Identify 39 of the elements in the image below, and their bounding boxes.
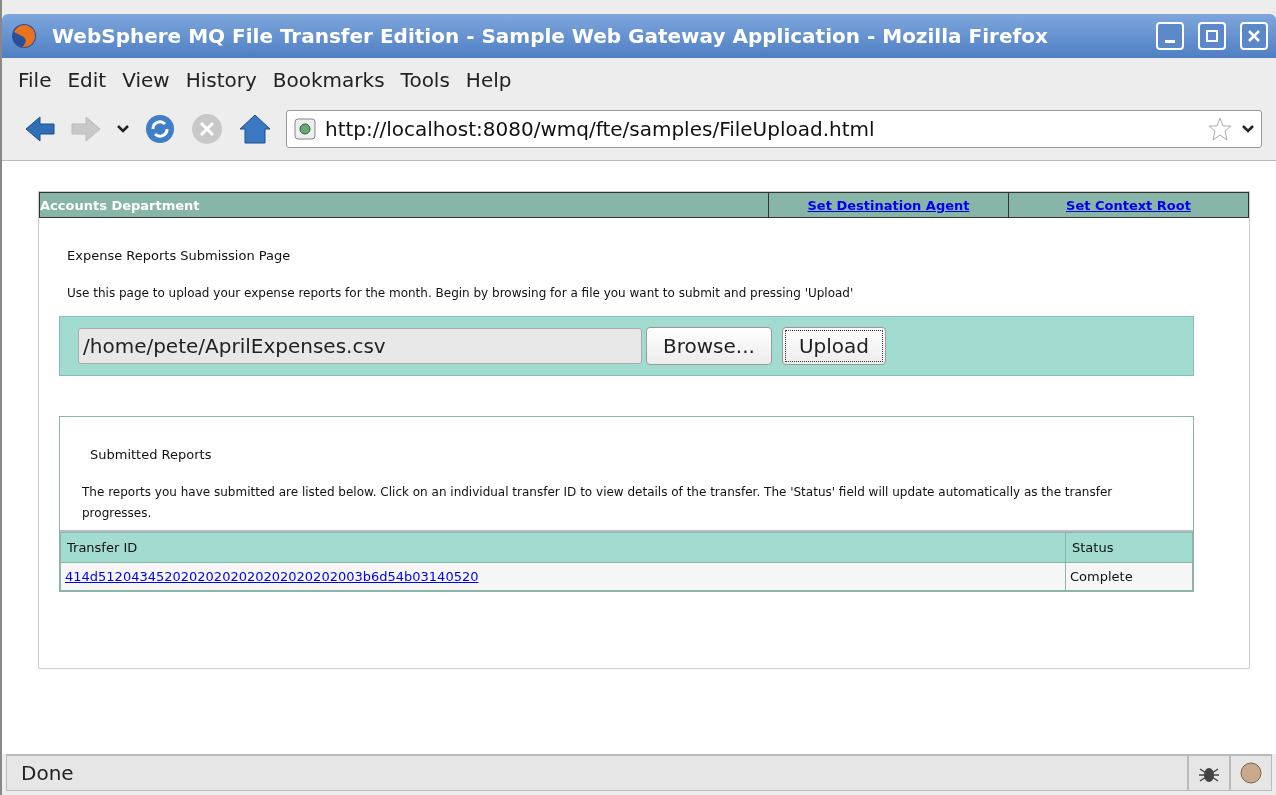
menu-item[interactable]: File [10,68,60,92]
url-text: http://localhost:8080/wmq/fte/samples/FileUpload.html [325,117,876,141]
maximize-button[interactable] [1198,22,1226,50]
table-cell: Complete [1065,562,1193,591]
browse-button[interactable]: Browse... [646,327,772,365]
minimize-icon [1165,39,1175,43]
section-heading: Submitted Reports [90,447,213,462]
address-bar[interactable]: http://localhost:8080/wmq/fte/samples/FileUpload.html [286,110,1262,148]
header-link[interactable]: Set Destination Agent [807,197,970,213]
caret-icon[interactable] [1241,124,1255,134]
back-arrow-icon[interactable] [24,115,56,143]
close-icon [1247,29,1261,43]
home-icon[interactable] [238,113,272,145]
intro-text: Use this page to upload your expense reports for the month. Begin by browsing for a file you want to submit and pressing 'Upload' [67,285,855,302]
menu-item[interactable]: Edit [59,68,115,92]
minimize-button[interactable] [1156,22,1184,50]
menu-item[interactable]: Bookmarks [264,68,393,92]
header-link[interactable]: Set Context Root [1066,197,1191,213]
menu-item[interactable]: View [114,68,178,92]
window-title: WebSphere MQ File Transfer Edition - Sample Web Gateway Application - Mozilla Firefox [52,24,1049,48]
menu-item[interactable]: History [177,68,265,92]
section-heading: Expense Reports Submission Page [67,248,292,263]
page-icon [293,117,317,141]
menu-item[interactable]: Tools [392,68,458,92]
status-text: Done [6,755,1188,791]
transfer-id-link[interactable]: 414d51204345202020202020202020202003b6d54b03140520 [65,569,479,584]
column-header: Status [1065,532,1193,563]
caret-icon[interactable] [116,124,130,134]
column-header: Transfer ID [60,532,1066,563]
reload-icon[interactable] [144,113,176,145]
intro-text: The reports you have submitted are listed below. Click on an individual transfer ID to view details of the transfer. The 'Status' field will update automatically as the transfer progresses. [82,484,1114,522]
menu-item[interactable]: Help [457,68,520,92]
close-button[interactable] [1240,22,1268,50]
maximize-icon [1205,29,1219,43]
file-field[interactable]: /home/pete/AprilExpenses.csv [78,328,642,364]
upload-button[interactable]: Upload [781,327,886,365]
department-title: Accounts Department [40,196,201,215]
star-icon[interactable] [1207,116,1233,142]
browser-logo-icon [10,22,38,50]
